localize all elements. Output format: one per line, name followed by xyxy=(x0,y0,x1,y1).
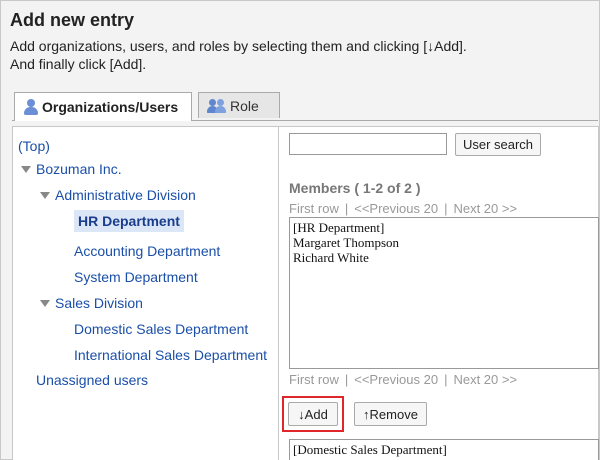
list-item[interactable]: [HR Department] xyxy=(293,220,595,235)
person-icon xyxy=(23,99,39,115)
add-button[interactable]: ↓Add xyxy=(288,402,338,426)
pager-separator: | xyxy=(344,372,349,387)
pager-first-row[interactable]: First row xyxy=(289,372,339,387)
tree-item-top[interactable]: (Top) xyxy=(18,138,50,154)
tab-label: Organizations/Users xyxy=(42,99,179,115)
list-item[interactable]: [Domestic Sales Department] xyxy=(293,442,595,457)
tab-role[interactable]: Role xyxy=(198,92,280,118)
user-search-button[interactable]: User search xyxy=(455,133,541,156)
pager-separator: | xyxy=(344,201,349,216)
instruction-line-2: And finally click [Add]. xyxy=(10,56,147,72)
tab-label: Role xyxy=(230,97,259,114)
members-pager-bottom: First row | <<Previous 20 | Next 20 >> xyxy=(289,372,517,387)
pager-separator: | xyxy=(444,201,448,216)
tree-item-system-department[interactable]: System Department xyxy=(74,269,198,285)
panel-divider xyxy=(278,126,279,460)
pager-separator: | xyxy=(444,372,448,387)
list-item[interactable]: Margaret Thompson xyxy=(293,235,595,250)
collapse-arrow-icon[interactable] xyxy=(40,192,50,199)
tree-item-company[interactable]: Bozuman Inc. xyxy=(36,161,122,177)
user-search-input[interactable] xyxy=(289,133,447,155)
tree-item-domestic-sales-department[interactable]: Domestic Sales Department xyxy=(74,321,248,337)
tree-item-unassigned-users[interactable]: Unassigned users xyxy=(36,372,148,388)
pager-first-row[interactable]: First row xyxy=(289,201,339,216)
role-icon xyxy=(207,98,227,114)
tree-item-sales-division[interactable]: Sales Division xyxy=(55,295,143,311)
members-listbox[interactable]: [HR Department] Margaret Thompson Richar… xyxy=(289,217,599,369)
tab-bar: Organizations/Users Role xyxy=(12,92,598,121)
collapse-arrow-icon[interactable] xyxy=(40,300,50,307)
selected-listbox[interactable]: [Domestic Sales Department] xyxy=(289,439,599,460)
members-heading: Members ( 1-2 of 2 ) xyxy=(289,180,421,196)
remove-button[interactable]: ↑Remove xyxy=(354,402,427,426)
tree-item-international-sales-department[interactable]: International Sales Department xyxy=(74,347,267,363)
tree-item-accounting-department[interactable]: Accounting Department xyxy=(74,243,220,259)
dialog-title: Add new entry xyxy=(10,10,135,30)
pager-next[interactable]: Next 20 >> xyxy=(453,372,517,387)
tree-item-administrative-division[interactable]: Administrative Division xyxy=(55,187,196,203)
pager-previous[interactable]: <<Previous 20 xyxy=(354,201,438,216)
pager-next[interactable]: Next 20 >> xyxy=(453,201,517,216)
instruction-line-1: Add organizations, users, and roles by s… xyxy=(10,38,467,54)
pager-previous[interactable]: <<Previous 20 xyxy=(354,372,438,387)
tree-item-hr-department[interactable]: HR Department xyxy=(74,210,184,232)
collapse-arrow-icon[interactable] xyxy=(21,166,31,173)
instructions: Add organizations, users, and roles by s… xyxy=(10,37,467,73)
tab-organizations-users[interactable]: Organizations/Users xyxy=(14,92,192,121)
members-pager-top: First row | <<Previous 20 | Next 20 >> xyxy=(289,201,517,216)
list-item[interactable]: Richard White xyxy=(293,250,595,265)
